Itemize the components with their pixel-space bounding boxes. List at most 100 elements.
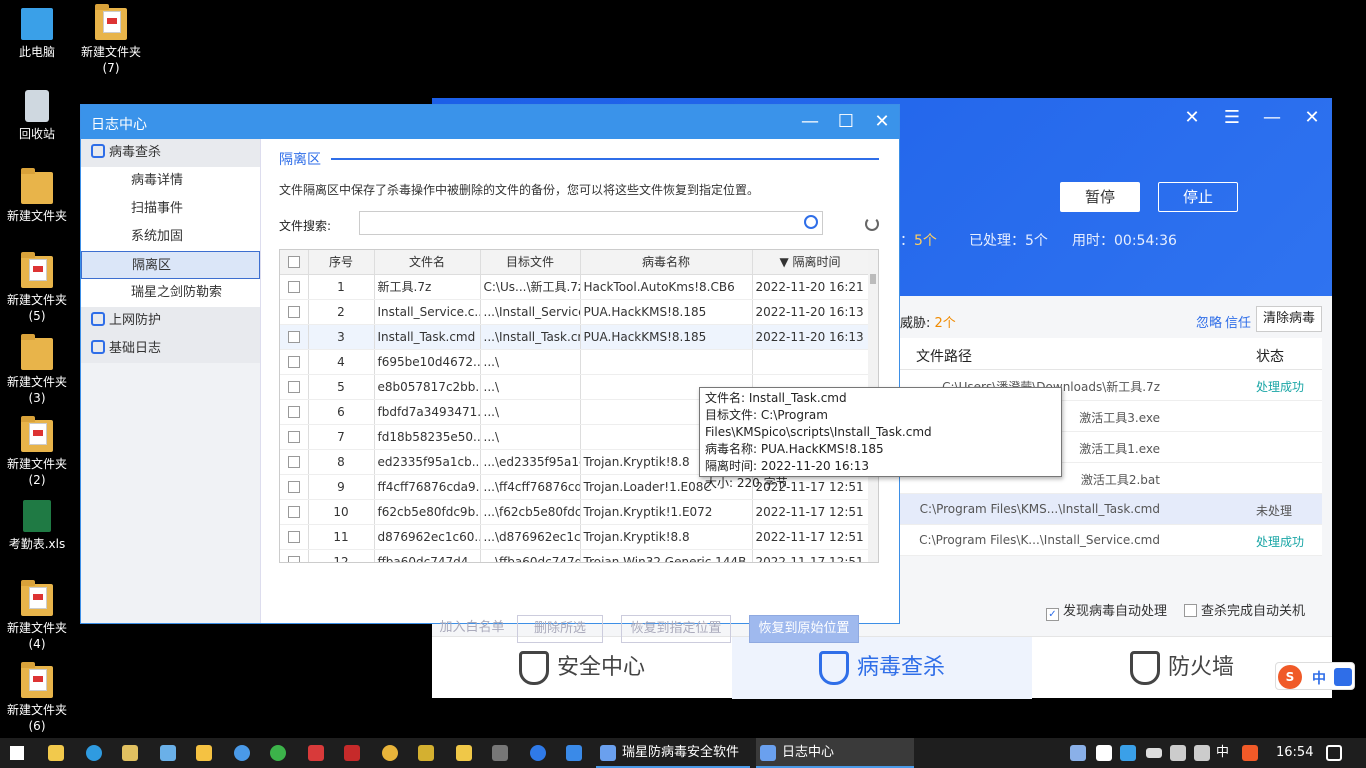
row-checkbox[interactable] — [280, 299, 309, 325]
row-checkbox[interactable] — [280, 274, 309, 300]
col-target[interactable]: 目标文件 — [480, 250, 581, 275]
row-checkbox[interactable] — [280, 549, 309, 562]
app-icon[interactable] — [308, 745, 324, 761]
col-index[interactable]: 序号 — [308, 250, 375, 275]
battery-icon[interactable] — [1146, 748, 1162, 758]
app-icon[interactable] — [344, 745, 360, 761]
minimize-button[interactable]: — — [799, 111, 821, 133]
table-row[interactable]: 1 新工具.7z C:\Us...\新工具.7z HackTool.AutoKms!8… — [280, 274, 869, 300]
desktop-icon-folder[interactable]: 新建文件夹 (3) — [0, 334, 74, 406]
taskbar-app-antivirus[interactable]: 瑞星防病毒安全软件 — [596, 738, 750, 768]
maximize-button[interactable]: ☐ — [835, 111, 857, 133]
sidebar-group-web-protection[interactable]: 上网防护 — [81, 307, 260, 335]
sidebar-item-virus-details[interactable]: 病毒详情 — [81, 167, 260, 195]
col-filename[interactable]: 文件名 — [374, 250, 481, 275]
tab-label: 安全中心 — [556, 655, 645, 680]
row-checkbox[interactable] — [280, 524, 309, 550]
table-row[interactable]: 12 ffba60dc747d4... ...\ffba60dc747d Trojan… — [280, 549, 869, 562]
desktop-icon-this-pc[interactable]: 此电脑 — [0, 8, 74, 60]
search-icon[interactable] — [804, 215, 818, 229]
app-icon[interactable] — [530, 745, 546, 761]
search-input[interactable] — [359, 211, 823, 235]
close-button[interactable]: ✕ — [871, 111, 893, 133]
ignore-link[interactable]: 忽略 — [1196, 312, 1222, 331]
table-row[interactable]: 2Install_Service.c......\Install_Service… — [280, 299, 869, 325]
group-label: 基础日志 — [109, 341, 162, 356]
pause-button[interactable]: 暂停 — [1060, 182, 1140, 212]
desktop-icon-recycle-bin[interactable]: 回收站 — [0, 90, 74, 142]
refresh-icon[interactable] — [865, 217, 879, 231]
app-icon[interactable] — [48, 745, 64, 761]
desktop-icon-folder[interactable]: 新建文件夹 (5) — [0, 252, 74, 324]
app-icon[interactable] — [418, 745, 434, 761]
select-all-checkbox[interactable] — [280, 250, 309, 275]
trust-link[interactable]: 信任 — [1225, 312, 1251, 331]
app-icon[interactable] — [566, 745, 582, 761]
sidebar-item-system-hardening[interactable]: 系统加固 — [81, 223, 260, 251]
tray-shield-icon[interactable] — [1070, 745, 1086, 761]
volume-icon[interactable] — [1194, 745, 1210, 761]
row-checkbox[interactable] — [280, 449, 309, 475]
desktop-icon-folder[interactable]: 新建文件夹 (7) — [74, 4, 148, 76]
result-row[interactable]: C:\Program Files\K...\Install_Service.cm… — [900, 525, 1322, 556]
tab-virus-scan[interactable]: 病毒查杀 — [732, 637, 1032, 699]
file-explorer-icon[interactable] — [196, 745, 212, 761]
auto-process-checkbox[interactable]: ✓ 发现病毒自动处理 — [1046, 600, 1167, 621]
table-row[interactable]: 11 d876962ec1c60... ...\d876962ec1c6 Trojan… — [280, 524, 869, 550]
sidebar-group-basic-log[interactable]: 基础日志 — [81, 335, 260, 363]
restore-original-button[interactable]: 恢复到原始位置 — [749, 615, 859, 643]
clear-virus-button[interactable]: 清除病毒 — [1256, 306, 1322, 332]
desktop-icon-excel[interactable]: 考勤表.xls — [0, 500, 74, 552]
row-checkbox[interactable] — [280, 324, 309, 350]
windows-start-icon[interactable] — [10, 746, 24, 760]
col-quarantine-time[interactable]: ▼ 隔离时间 — [752, 250, 869, 275]
add-whitelist-button[interactable]: 加入白名单 — [435, 615, 509, 643]
app-icon[interactable] — [234, 745, 250, 761]
sogou-tray-icon[interactable] — [1242, 745, 1258, 761]
table-row[interactable]: 3Install_Task.cmd...\Install_Task.cmdPUA… — [280, 324, 869, 350]
desktop-icon-folder[interactable]: 新建文件夹 (2) — [0, 416, 74, 488]
row-checkbox[interactable] — [280, 499, 309, 525]
calculator-icon[interactable] — [492, 745, 508, 761]
close-button[interactable]: ✕ — [1302, 108, 1322, 128]
auto-shutdown-checkbox[interactable]: 查杀完成自动关机 — [1184, 600, 1305, 619]
sidebar-item-scan-events[interactable]: 扫描事件 — [81, 195, 260, 223]
result-row[interactable]: C:\Program Files\KMS...\Install_Task.cmd… — [900, 494, 1322, 525]
desktop-icon-folder[interactable]: 新建文件夹 (6) — [0, 662, 74, 734]
ime-indicator[interactable]: 中 — [1216, 738, 1229, 768]
wechat-icon[interactable] — [270, 745, 286, 761]
stop-button[interactable]: 停止 — [1158, 182, 1238, 212]
menu-icon[interactable]: ☰ — [1222, 108, 1242, 128]
row-checkbox[interactable] — [280, 374, 309, 400]
table-row[interactable]: 10 f62cb5e80fdc9b... ...\f62cb5e80fdc9 Troj… — [280, 499, 869, 525]
tray-app-icon[interactable] — [1120, 745, 1136, 761]
ime-floating-badge[interactable]: S 中 — [1275, 662, 1355, 690]
tray-defender-icon[interactable] — [1096, 745, 1112, 761]
col-virus-name[interactable]: 病毒名称 — [580, 250, 753, 275]
row-checkbox[interactable] — [280, 349, 309, 375]
sidebar-item-quarantine[interactable]: 隔离区 — [81, 251, 260, 279]
notification-icon[interactable] — [1326, 745, 1342, 761]
desktop-icon-folder[interactable]: 新建文件夹 — [0, 168, 74, 224]
sidebar-item-ransomware[interactable]: 瑞星之剑防勒索 — [81, 279, 260, 307]
taskbar-app-log-center[interactable]: 日志中心 — [756, 738, 914, 768]
found-count: ：5个 — [900, 233, 937, 249]
app-icon[interactable] — [122, 745, 138, 761]
delete-selected-button[interactable]: 删除所选 — [517, 615, 603, 643]
network-icon[interactable] — [1170, 745, 1186, 761]
row-checkbox[interactable] — [280, 424, 309, 450]
app-icon[interactable] — [456, 745, 472, 761]
chrome-icon[interactable] — [382, 745, 398, 761]
sidebar-group-virus-scan[interactable]: 病毒查杀 — [81, 139, 260, 167]
edge-icon[interactable] — [86, 745, 102, 761]
clock[interactable]: 16:54 — [1276, 738, 1313, 768]
table-row[interactable]: 4 f695be10d4672... ...\ — [280, 349, 869, 375]
desktop-icon-folder[interactable]: 新建文件夹 (4) — [0, 580, 74, 652]
restore-to-location-button[interactable]: 恢复到指定位置 — [621, 615, 731, 643]
tools-icon[interactable]: ✕ — [1182, 108, 1202, 128]
row-checkbox[interactable] — [280, 399, 309, 425]
app-icon[interactable] — [160, 745, 176, 761]
tab-security-center[interactable]: 安全中心 — [432, 637, 732, 699]
minimize-button[interactable]: — — [1262, 108, 1282, 128]
row-checkbox[interactable] — [280, 474, 309, 500]
